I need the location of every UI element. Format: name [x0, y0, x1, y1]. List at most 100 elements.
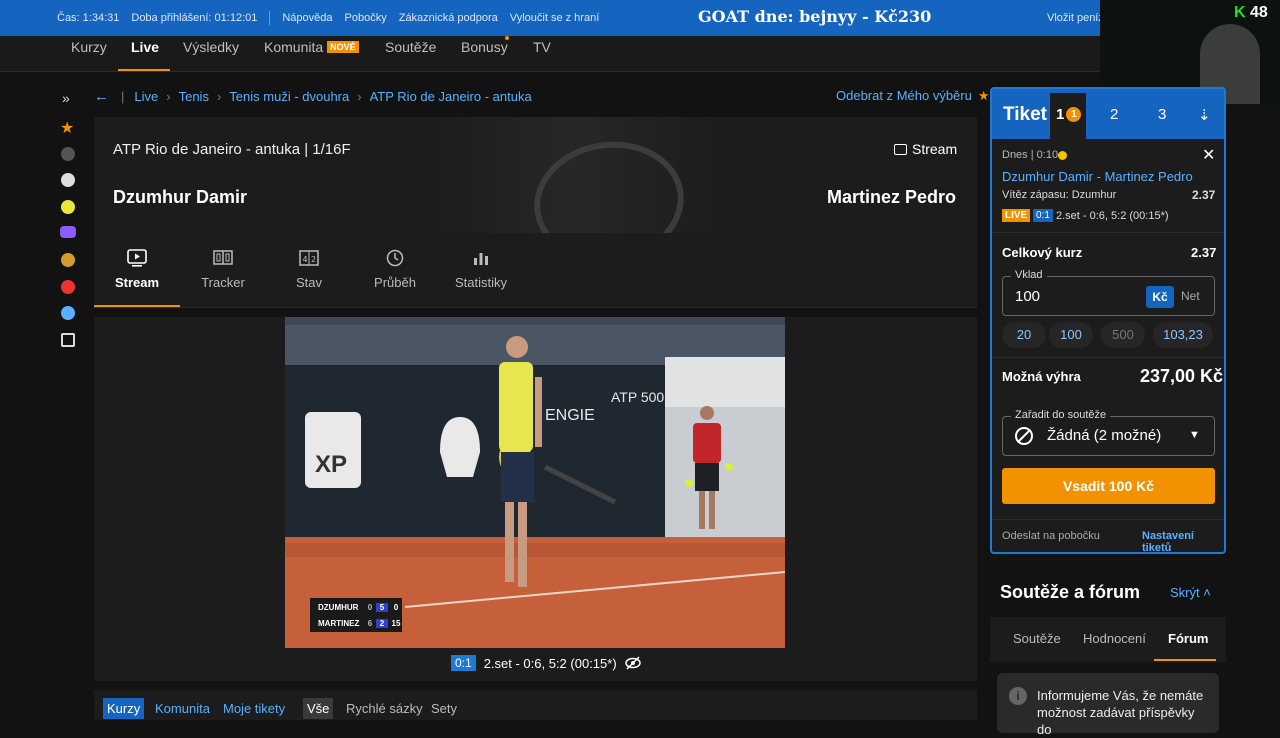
score-games: 2: [376, 619, 388, 628]
filter-sets[interactable]: Sety: [427, 698, 461, 719]
tab-odds[interactable]: Kurzy: [103, 698, 145, 719]
sport-sidebar: » ★: [56, 86, 80, 356]
sport-icon-esports[interactable]: [60, 226, 76, 238]
tab-ratings[interactable]: Hodnocení: [1083, 631, 1146, 646]
bet-slip: Tiket 11 2 3 ⇣ Dnes | 0:10 ✕ Dzumhur Dam…: [990, 87, 1226, 554]
filter-quick-bets[interactable]: Rychlé sázky: [342, 698, 427, 719]
live-badge: LIVE: [1002, 209, 1031, 222]
bet-slip-header: Tiket 11 2 3 ⇣: [992, 89, 1224, 139]
tab-my-tickets[interactable]: Moje tikety: [219, 698, 289, 719]
tab-stream[interactable]: Stream: [94, 245, 180, 290]
deposit-link[interactable]: Vložit peníz: [1047, 12, 1104, 24]
kick-logo: K: [1234, 4, 1246, 21]
nav-komunita-label: Komunita: [264, 39, 324, 55]
stake-input[interactable]: Vklad 100 Kč Net: [1002, 269, 1215, 316]
main-nav: Kurzy Live Výsledky Komunita NOVÉ Soutěže…: [0, 36, 1280, 72]
sport-icon-volleyball[interactable]: [61, 306, 75, 320]
tab-stream-label: Stream: [114, 275, 160, 290]
nav-bonusy[interactable]: Bonusy: [461, 39, 508, 55]
favorites-star-icon[interactable]: ★: [60, 118, 74, 138]
tab-score[interactable]: 42 Stav: [266, 245, 352, 290]
tournament-round: ATP Rio de Janeiro - antuka | 1/16F: [113, 141, 351, 158]
remove-favorite-link[interactable]: Odebrat z Mého výběru ★: [836, 88, 990, 104]
ticket-odds: 2.37: [1192, 188, 1216, 202]
ticket-settings-link[interactable]: Nastavení tiketů: [1142, 530, 1224, 552]
quick-stake-custom[interactable]: 103,23: [1153, 322, 1213, 348]
score-row-home: DZUMHUR 0 5 0: [318, 603, 404, 612]
tab-active-underline: [94, 305, 180, 307]
support-link[interactable]: Zákaznická podpora: [399, 12, 510, 24]
close-icon[interactable]: ✕: [1202, 145, 1215, 165]
nav-souteze[interactable]: Soutěže: [385, 39, 436, 55]
hide-toggle[interactable]: Skrýt ˄: [1170, 585, 1211, 600]
total-odds-value: 2.37: [1191, 245, 1217, 260]
nav-live[interactable]: Live: [131, 39, 159, 55]
pin-icon[interactable]: ⇣: [1198, 106, 1211, 124]
tab-forum[interactable]: Fórum: [1168, 631, 1208, 646]
score-name: MARTINEZ: [318, 619, 360, 628]
contests-forum-section: Soutěže a fórum Skrýt ˄ Soutěže Hodnocen…: [990, 565, 1226, 737]
kick-viewer-badge: K 48: [1234, 4, 1268, 22]
info-icon: i: [1009, 687, 1027, 705]
nav-tv[interactable]: TV: [533, 39, 551, 55]
nav-komunita[interactable]: Komunita NOVÉ: [264, 39, 359, 55]
tab-tracker[interactable]: Tracker: [180, 245, 266, 290]
slip-tab-1[interactable]: 11: [1050, 93, 1086, 139]
currency-kc-toggle[interactable]: Kč: [1146, 286, 1174, 308]
slip-tab-3[interactable]: 3: [1158, 106, 1166, 123]
sponsor-xp: XP: [315, 451, 347, 478]
nav-kurzy[interactable]: Kurzy: [71, 39, 107, 55]
sport-icon-tabletennis[interactable]: [61, 280, 75, 294]
no-entry-icon: [1015, 427, 1033, 445]
crumb-live[interactable]: Live: [134, 89, 158, 104]
crumb-tournament[interactable]: ATP Rio de Janeiro - antuka: [370, 89, 532, 104]
contest-value: Žádná (2 možné): [1047, 427, 1162, 444]
contest-select[interactable]: Zařadit do soutěže Žádná (2 možné) ▼: [1002, 409, 1215, 456]
ticket-market: Vítěz zápasu: Dzumhur: [1002, 189, 1117, 201]
star-icon: ★: [977, 88, 990, 103]
quick-stake-100[interactable]: 100: [1049, 322, 1093, 348]
score-tag: 0:1: [1033, 209, 1053, 222]
tab-score-label: Stav: [295, 275, 322, 290]
help-link[interactable]: Nápověda: [270, 12, 344, 24]
match-detail-tabs: Stream Tracker 42 Stav Průběh Statistiky: [94, 233, 977, 308]
filter-all[interactable]: Vše: [303, 698, 334, 719]
stream-label: Stream: [912, 141, 958, 157]
self-exclusion-link[interactable]: Vyloučit se z hraní: [510, 12, 611, 24]
place-bet-button[interactable]: Vsadit 100 Kč: [1002, 468, 1215, 504]
sport-icon-hockey[interactable]: [61, 147, 75, 161]
score-name: DZUMHUR: [318, 603, 359, 612]
tab-community[interactable]: Komunita: [151, 698, 214, 719]
ticket-score: 2.set - 0:6, 5:2 (00:15*): [1056, 210, 1169, 222]
branches-link[interactable]: Pobočky: [345, 12, 399, 24]
ticket-match-link[interactable]: Dzumhur Damir - Martinez Pedro: [1002, 169, 1193, 184]
crumb-tennis[interactable]: Tenis: [179, 89, 209, 104]
currency-net-toggle[interactable]: Net: [1181, 289, 1200, 303]
hide-eye-icon[interactable]: [624, 656, 641, 670]
sport-icon-basketball[interactable]: [61, 253, 75, 267]
send-to-branch-link[interactable]: Odeslat na pobočku: [1002, 530, 1100, 542]
set-score-text: 2.set - 0:6, 5:2 (00:15*): [483, 655, 617, 671]
calendar-icon[interactable]: [61, 333, 75, 347]
divider: [992, 232, 1224, 233]
quick-stake-500[interactable]: 500: [1101, 322, 1145, 348]
sport-icon-tennis[interactable]: [61, 200, 75, 214]
quick-stake-20[interactable]: 20: [1002, 322, 1046, 348]
stream-button[interactable]: Stream: [894, 141, 957, 157]
contest-label: Zařadit do soutěže: [1011, 409, 1111, 421]
match-header: ATP Rio de Janeiro - antuka | 1/16F Stre…: [94, 117, 977, 233]
sport-icon-football[interactable]: [61, 173, 75, 187]
tab-statistics[interactable]: Statistiky: [438, 245, 524, 290]
crumb-mens-singles[interactable]: Tenis muži - dvouhra: [229, 89, 349, 104]
top-info-bar: Čas: 1:34:31 Doba přihlášení: 01:12:01 N…: [0, 0, 1280, 36]
expand-icon[interactable]: »: [62, 90, 70, 106]
tab-progress[interactable]: Průběh: [352, 245, 438, 290]
slip-tab-2[interactable]: 2: [1110, 106, 1118, 123]
divider: [992, 357, 1224, 358]
breadcrumb: ← | Live › Tenis › Tenis muži - dvouhra …: [94, 86, 532, 106]
tab-contests[interactable]: Soutěže: [1013, 631, 1061, 646]
slip-tab-label: 1: [1056, 106, 1065, 123]
sponsor-atp: ATP 500: [611, 389, 664, 405]
back-arrow-icon[interactable]: ←: [94, 88, 109, 105]
nav-vysledky[interactable]: Výsledky: [183, 39, 239, 55]
